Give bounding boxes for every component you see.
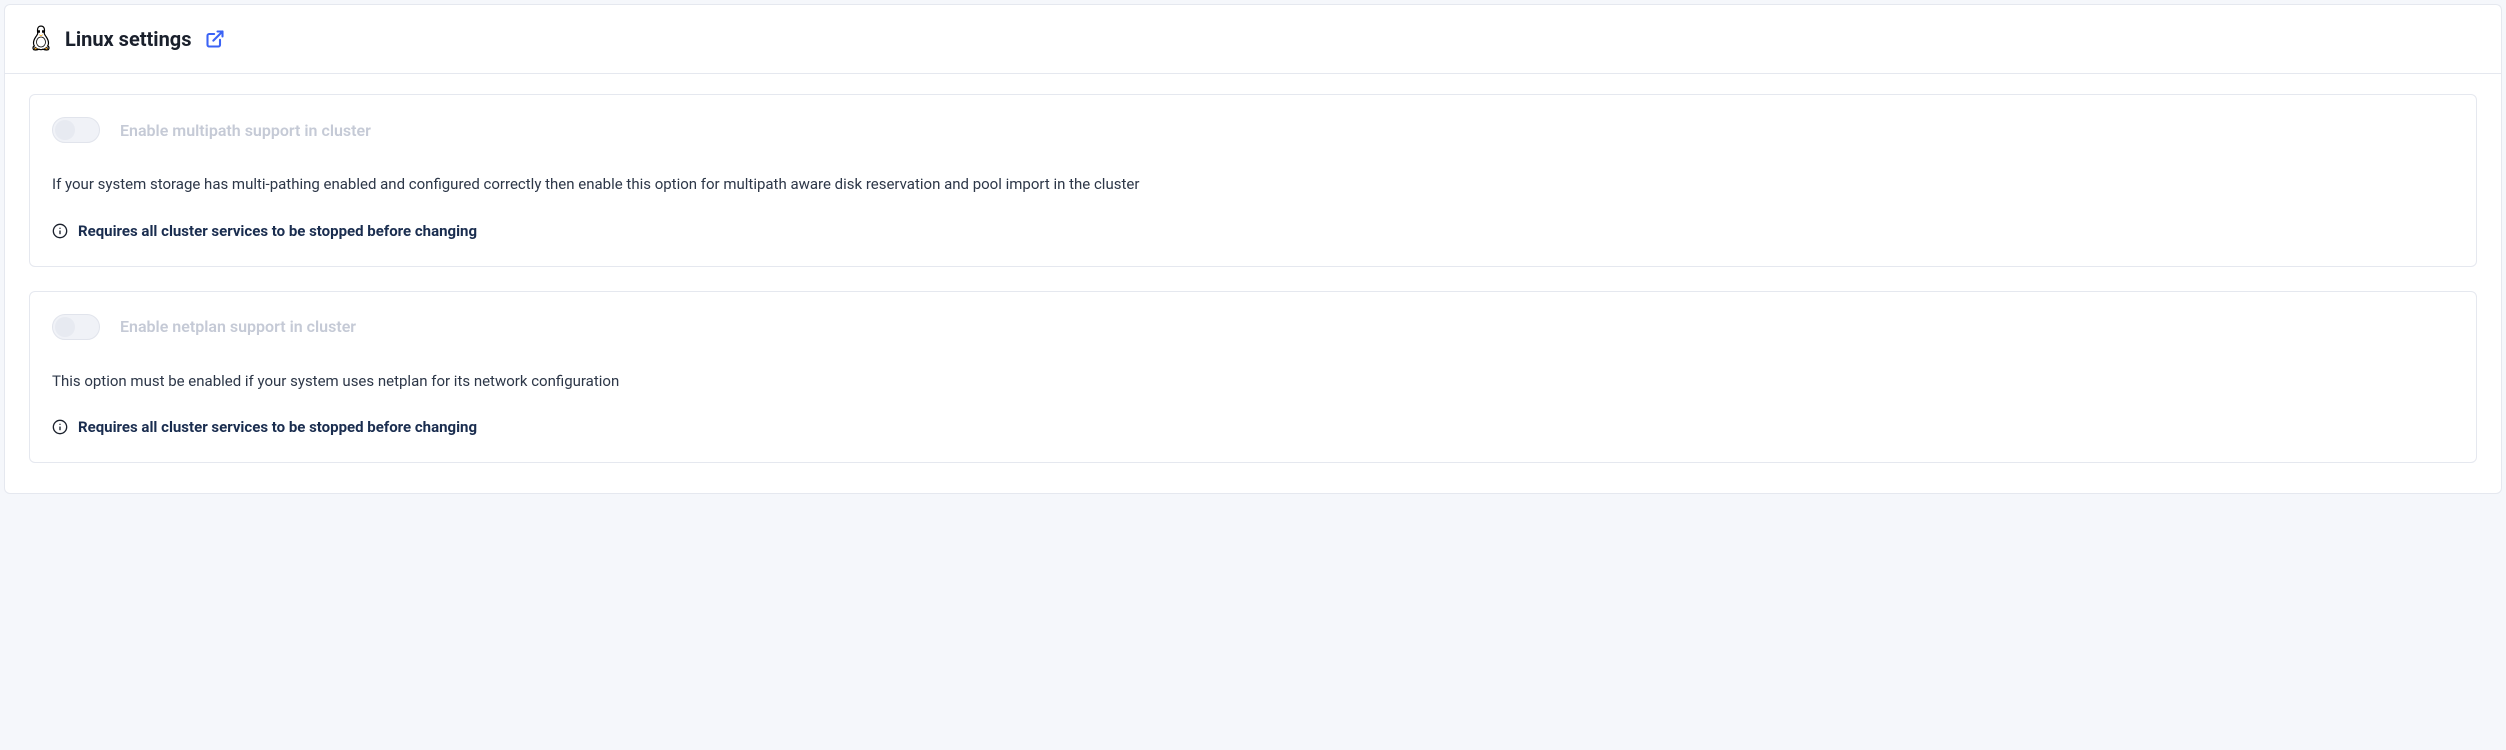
linux-icon xyxy=(29,25,53,53)
netplan-setting-card: Enable netplan support in cluster This o… xyxy=(29,291,2477,464)
panel-header: Linux settings xyxy=(5,5,2501,74)
multipath-warning-text: Requires all cluster services to be stop… xyxy=(78,222,477,240)
netplan-warning-text: Requires all cluster services to be stop… xyxy=(78,418,477,436)
netplan-toggle-row: Enable netplan support in cluster xyxy=(52,314,2454,340)
netplan-toggle[interactable] xyxy=(52,314,100,340)
netplan-toggle-label: Enable netplan support in cluster xyxy=(120,317,356,336)
multipath-toggle[interactable] xyxy=(52,117,100,143)
panel-content: Enable multipath support in cluster If y… xyxy=(5,74,2501,493)
toggle-knob xyxy=(55,317,75,337)
info-icon xyxy=(52,419,68,435)
multipath-warning-row: Requires all cluster services to be stop… xyxy=(52,222,2454,240)
toggle-knob xyxy=(55,120,75,140)
multipath-toggle-row: Enable multipath support in cluster xyxy=(52,117,2454,143)
multipath-toggle-label: Enable multipath support in cluster xyxy=(120,121,371,140)
multipath-description: If your system storage has multi-pathing… xyxy=(52,173,2454,196)
netplan-description: This option must be enabled if your syst… xyxy=(52,370,2454,393)
linux-settings-panel: Linux settings Enable multipath support … xyxy=(4,4,2502,494)
multipath-setting-card: Enable multipath support in cluster If y… xyxy=(29,94,2477,267)
external-link-icon[interactable] xyxy=(205,29,225,49)
info-icon xyxy=(52,223,68,239)
page-title: Linux settings xyxy=(65,27,191,51)
netplan-warning-row: Requires all cluster services to be stop… xyxy=(52,418,2454,436)
